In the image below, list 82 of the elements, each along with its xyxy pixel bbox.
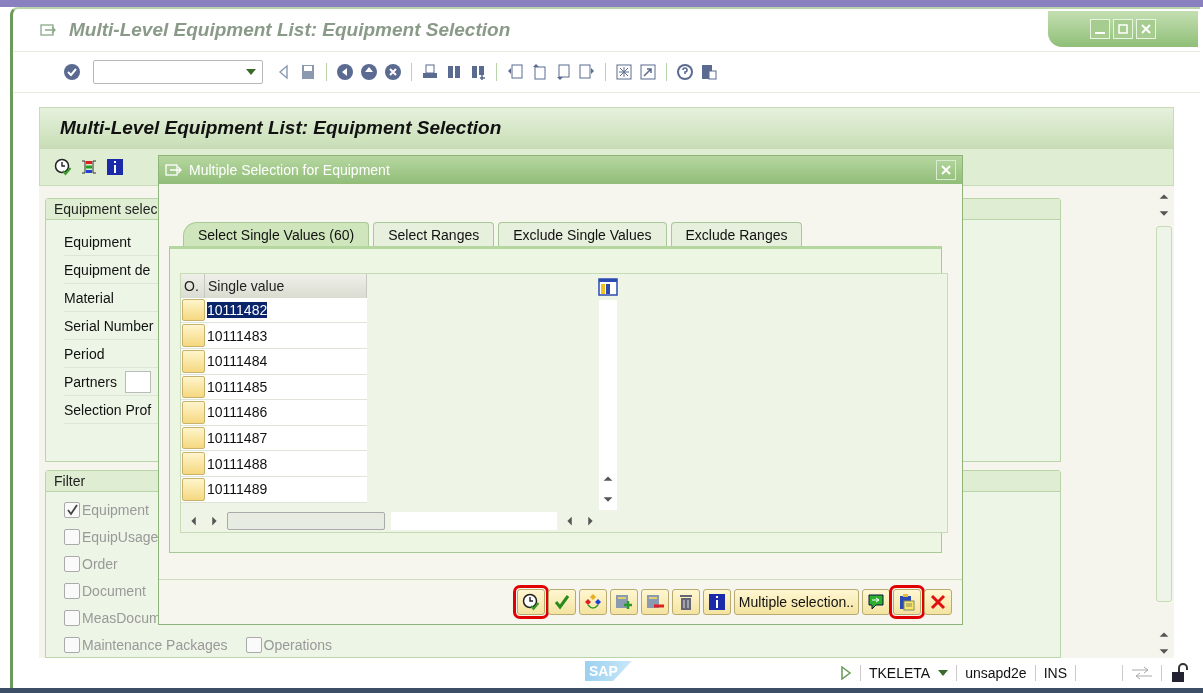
- dropdown-icon[interactable]: [246, 69, 256, 75]
- find-next-icon[interactable]: [469, 63, 487, 81]
- scrollbar-thumb[interactable]: [227, 511, 385, 530]
- speech-bubble-icon: [867, 593, 885, 612]
- tab[interactable]: Select Ranges: [373, 221, 495, 247]
- maximize-icon: [1118, 24, 1128, 34]
- field-label: Equipment de: [64, 261, 151, 278]
- menu-icon[interactable]: [39, 21, 57, 39]
- option-label: Document: [82, 583, 146, 599]
- window-title: Multi-Level Equipment List: Equipment Selection: [69, 19, 511, 41]
- checkbox[interactable]: [64, 583, 80, 599]
- check-icon[interactable]: [63, 63, 81, 81]
- info-icon: [707, 593, 726, 612]
- save-icon[interactable]: [299, 63, 317, 81]
- clipboard-icon: [898, 593, 916, 612]
- find-icon[interactable]: [445, 63, 463, 81]
- diamond-icon: [583, 593, 602, 612]
- option-label: MeasDocum: [82, 610, 161, 626]
- close-icon: [929, 593, 947, 612]
- exit-icon[interactable]: [360, 63, 378, 81]
- server-name: unsapd2e: [965, 665, 1027, 681]
- expand-arrow-icon[interactable]: [839, 666, 852, 680]
- scrollbar[interactable]: [599, 299, 617, 510]
- layout-icon[interactable]: [700, 63, 718, 81]
- user-name: TKELETA: [868, 665, 931, 681]
- print-icon[interactable]: [421, 63, 439, 81]
- field-label: Period: [64, 345, 105, 362]
- logo: SAP: [585, 661, 632, 681]
- back-icon[interactable]: [336, 63, 354, 81]
- checkmark-icon: [552, 593, 571, 612]
- padlock-icon[interactable]: [1170, 663, 1190, 683]
- tab[interactable]: Exclude Ranges: [670, 221, 803, 247]
- column-header: Single value: [205, 273, 367, 298]
- cancel-icon[interactable]: [384, 63, 402, 81]
- close-icon: [941, 164, 951, 175]
- scrollbar[interactable]: [1156, 226, 1172, 602]
- checkmark-icon: [66, 504, 78, 516]
- toolbar-button[interactable]: [702, 589, 731, 616]
- toolbar-button[interactable]: [862, 589, 890, 616]
- field-label: Equipment: [64, 233, 131, 250]
- column-settings-icon[interactable]: [598, 277, 618, 296]
- shortcut-icon[interactable]: [639, 63, 657, 81]
- close-icon: [1141, 24, 1151, 34]
- table-cell[interactable]: 10111482: [207, 302, 268, 319]
- tab[interactable]: Select Single Values (60): [183, 221, 370, 247]
- option-label: Equipment: [82, 502, 149, 518]
- field-label: Partners: [64, 373, 117, 390]
- minimize-icon: [1095, 32, 1105, 34]
- option-label: Operations: [263, 637, 333, 653]
- field-label: Serial Number: [64, 317, 154, 334]
- execute-icon[interactable]: [54, 158, 72, 176]
- last-page-icon[interactable]: [578, 63, 596, 81]
- dialog-title: Multiple Selection for Equipment: [189, 161, 391, 178]
- dropdown-icon[interactable]: [938, 670, 949, 676]
- checkbox[interactable]: [64, 529, 80, 545]
- info-icon[interactable]: [106, 158, 124, 176]
- insert-row-icon: [614, 593, 633, 612]
- command-field[interactable]: [93, 60, 263, 84]
- checkbox[interactable]: [64, 610, 80, 626]
- group-title: Equipment selec: [54, 201, 158, 217]
- option-label: Order: [82, 556, 118, 572]
- new-window-icon[interactable]: [615, 63, 633, 81]
- input-field[interactable]: [124, 370, 151, 393]
- screen-title: Multi-Level Equipment List: Equipment Selection: [60, 117, 502, 139]
- clock-check-icon[interactable]: [521, 593, 540, 612]
- group-title: Filter: [54, 473, 86, 489]
- field-label: Material: [64, 289, 114, 306]
- checkbox[interactable]: [64, 502, 80, 518]
- multiple-selection-button[interactable]: Multiple selection..: [733, 589, 859, 616]
- checkbox[interactable]: [64, 637, 80, 653]
- first-page-icon[interactable]: [506, 63, 524, 81]
- column-header: O.: [181, 273, 205, 298]
- option-label: Maintenance Packages: [82, 637, 228, 653]
- option-label: EquipUsage: [82, 529, 159, 545]
- checkbox[interactable]: [64, 556, 80, 572]
- tab[interactable]: Exclude Single Values: [498, 221, 667, 247]
- input-mode: INS: [1043, 665, 1067, 681]
- help-icon[interactable]: [676, 63, 694, 81]
- field-label: Selection Prof: [64, 401, 152, 418]
- checkbox[interactable]: [245, 637, 262, 653]
- selection-options-icon[interactable]: [80, 158, 98, 176]
- transfer-icon: [1131, 666, 1153, 680]
